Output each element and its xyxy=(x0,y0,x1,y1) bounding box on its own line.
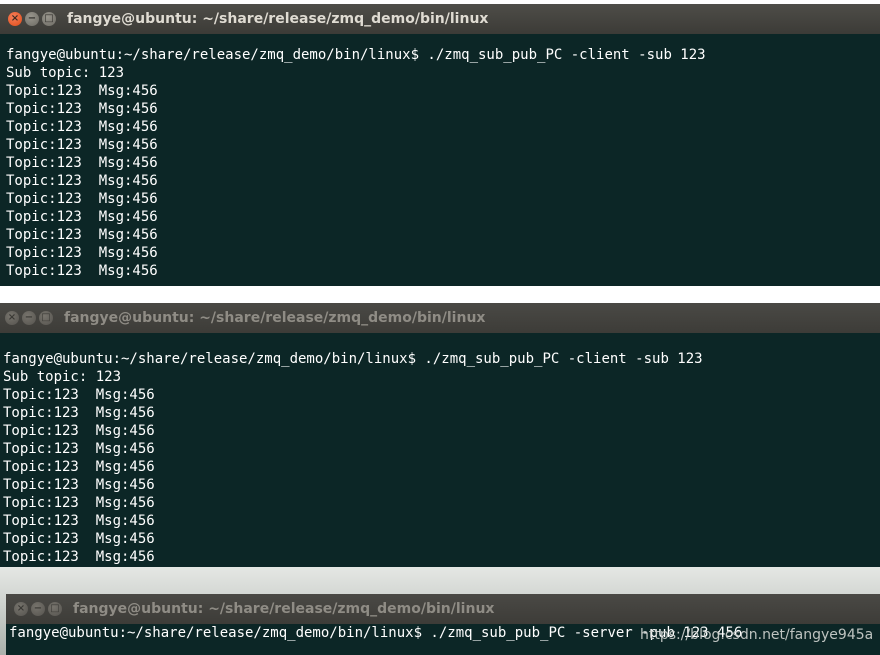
maximize-icon[interactable]: □ xyxy=(48,602,62,616)
terminal-output[interactable]: fangye@ubuntu:~/share/release/zmq_demo/b… xyxy=(0,34,880,286)
output-line: Topic:123 Msg:456 xyxy=(3,513,155,529)
output-line: Topic:123 Msg:456 xyxy=(6,245,158,261)
command-line: fangye@ubuntu:~/share/release/zmq_demo/b… xyxy=(3,351,703,367)
titlebar[interactable]: × − □ fangye@ubuntu: ~/share/release/zmq… xyxy=(0,303,880,333)
output-line: Topic:123 Msg:456 xyxy=(6,209,158,225)
output-line: Topic:123 Msg:456 xyxy=(6,173,158,189)
close-icon[interactable]: × xyxy=(5,311,19,325)
output-line: Topic:123 Msg:456 xyxy=(6,137,158,153)
output-line: Topic:123 Msg:456 xyxy=(6,155,158,171)
window-controls: × − □ xyxy=(5,311,53,325)
output-line: Sub topic: 123 xyxy=(6,65,125,81)
output-line: Topic:123 Msg:456 xyxy=(6,191,158,207)
output-line: Topic:123 Msg:456 xyxy=(3,531,155,547)
window-title: fangye@ubuntu: ~/share/release/zmq_demo/… xyxy=(67,11,489,27)
output-line: Sub topic: 123 xyxy=(3,369,122,385)
output-line: Topic:123 Msg:456 xyxy=(3,423,155,439)
titlebar[interactable]: × − □ fangye@ubuntu: ~/share/release/zmq… xyxy=(6,594,880,624)
close-icon[interactable]: × xyxy=(8,12,22,26)
output-line: Topic:123 Msg:456 xyxy=(3,441,155,457)
terminal-window-3[interactable]: × − □ fangye@ubuntu: ~/share/release/zmq… xyxy=(6,594,880,655)
window-controls: × − □ xyxy=(8,12,56,26)
output-line: Topic:123 Msg:456 xyxy=(3,549,155,565)
window-title: fangye@ubuntu: ~/share/release/zmq_demo/… xyxy=(64,310,486,326)
watermark: https://blog.csdn.net/fangye945a xyxy=(640,627,874,643)
window-controls: × − □ xyxy=(14,602,62,616)
terminal-window-2[interactable]: × − □ fangye@ubuntu: ~/share/release/zmq… xyxy=(0,303,880,567)
command-line: fangye@ubuntu:~/share/release/zmq_demo/b… xyxy=(6,47,706,63)
minimize-icon[interactable]: − xyxy=(22,311,36,325)
output-line: Topic:123 Msg:456 xyxy=(6,101,158,117)
output-line: Topic:123 Msg:456 xyxy=(3,405,155,421)
output-line: Topic:123 Msg:456 xyxy=(6,263,158,279)
output-line: Topic:123 Msg:456 xyxy=(3,477,155,493)
titlebar[interactable]: × − □ fangye@ubuntu: ~/share/release/zmq… xyxy=(0,4,880,34)
output-line: Topic:123 Msg:456 xyxy=(6,83,158,99)
close-icon[interactable]: × xyxy=(14,602,28,616)
output-line: Topic:123 Msg:456 xyxy=(3,459,155,475)
output-line: Topic:123 Msg:456 xyxy=(6,119,158,135)
output-line: Topic:123 Msg:456 xyxy=(3,495,155,511)
maximize-icon[interactable]: □ xyxy=(42,12,56,26)
output-line: Topic:123 Msg:456 xyxy=(3,387,155,403)
terminal-window-1[interactable]: × − □ fangye@ubuntu: ~/share/release/zmq… xyxy=(0,4,880,286)
maximize-icon[interactable]: □ xyxy=(39,311,53,325)
minimize-icon[interactable]: − xyxy=(31,602,45,616)
output-line: Topic:123 Msg:456 xyxy=(6,227,158,243)
minimize-icon[interactable]: − xyxy=(25,12,39,26)
window-title: fangye@ubuntu: ~/share/release/zmq_demo/… xyxy=(73,601,495,617)
terminal-output[interactable]: fangye@ubuntu:~/share/release/zmq_demo/b… xyxy=(0,333,880,567)
